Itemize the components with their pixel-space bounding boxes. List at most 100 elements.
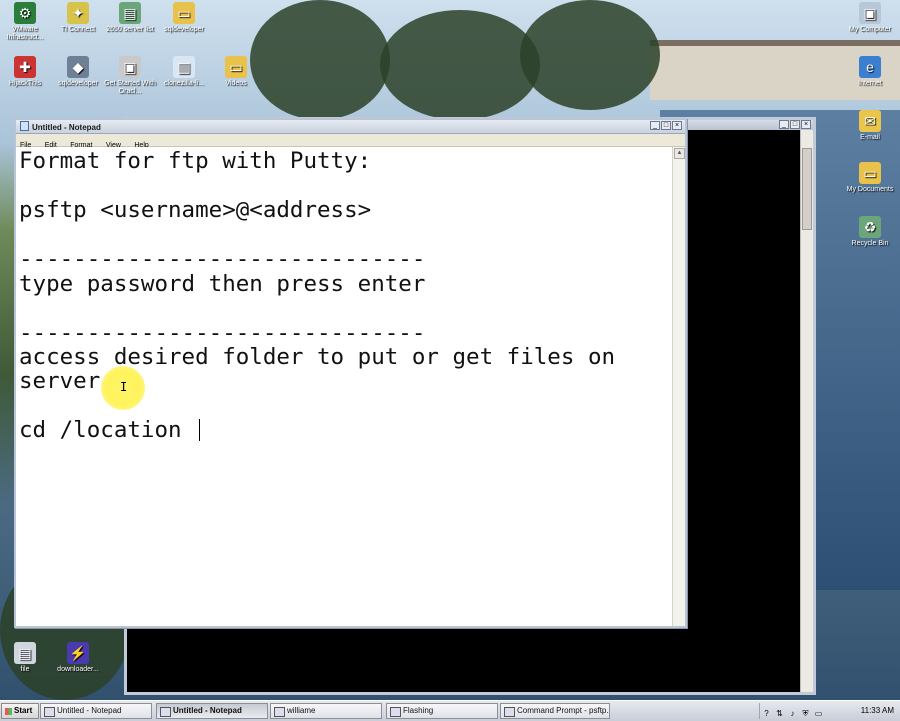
text-line: ------------------------------ bbox=[19, 246, 426, 272]
task-app-icon bbox=[44, 707, 55, 717]
taskbar-button-label: Flashing bbox=[403, 706, 434, 715]
desktop-app-icon: ▭ bbox=[173, 2, 195, 24]
desktop-icon[interactable]: e Internet bbox=[840, 56, 900, 88]
taskbar-button-label: williame bbox=[287, 706, 316, 715]
system-tray: ? ⇅ ♪ ⛨ ▭ 11:33 AM bbox=[759, 703, 900, 719]
maximize-icon[interactable]: □ bbox=[790, 120, 800, 129]
desktop-icon[interactable]: ◆ sqldeveloper bbox=[48, 56, 108, 88]
notepad-icon bbox=[20, 121, 29, 131]
text-line: ------------------------------ bbox=[19, 320, 426, 346]
minimize-icon[interactable]: _ bbox=[779, 120, 789, 129]
task-app-icon bbox=[274, 707, 285, 717]
desktop-app-icon: ▣ bbox=[859, 2, 881, 24]
desktop-app-icon: e bbox=[859, 56, 881, 78]
desktop-app-icon: ♻ bbox=[859, 216, 881, 238]
taskbar-button-label: Untitled - Notepad bbox=[173, 706, 242, 715]
desktop-icon[interactable]: ✉ E-mail bbox=[840, 110, 900, 142]
desktop-icon[interactable]: ▣ Get Started With Oracl... bbox=[100, 56, 160, 96]
desktop-icon[interactable]: ▤ 2650 server list bbox=[100, 2, 160, 34]
taskbar-button[interactable]: Command Prompt - psftp... bbox=[500, 703, 610, 719]
desktop-icon-label: clonezilla-li... bbox=[163, 80, 205, 87]
desktop-icon-label: downloader... bbox=[57, 666, 99, 673]
desktop-icon-label: Internet bbox=[858, 80, 882, 87]
desktop-app-icon: ▣ bbox=[119, 56, 141, 78]
text-line: Format for ftp with Putty: bbox=[19, 148, 372, 174]
text-cursor-icon: I bbox=[120, 380, 128, 394]
desktop-app-icon: ▥ bbox=[173, 56, 195, 78]
desktop-app-icon: ⚡ bbox=[67, 642, 89, 664]
taskbar-button-label: Command Prompt - psftp... bbox=[517, 706, 610, 715]
desktop-icon-label: Videos bbox=[225, 80, 247, 87]
desktop-app-icon: ⚙ bbox=[14, 2, 36, 24]
maximize-icon[interactable]: □ bbox=[661, 121, 671, 130]
scrollbar-thumb[interactable] bbox=[802, 148, 812, 230]
minimize-icon[interactable]: _ bbox=[650, 121, 660, 130]
volume-icon[interactable]: ♪ bbox=[788, 709, 797, 718]
desktop-icon[interactable]: ▤ file bbox=[0, 642, 55, 674]
command-prompt-scrollbar[interactable] bbox=[800, 130, 813, 692]
desktop-icon[interactable]: ⚡ downloader... bbox=[48, 642, 108, 674]
window-title-text: Untitled - Notepad bbox=[32, 123, 101, 132]
taskbar: Start Untitled - Notepad Untitled - Notep… bbox=[0, 700, 900, 721]
desktop-icon[interactable]: ✦ TI Connect bbox=[48, 2, 108, 34]
background-tree bbox=[250, 0, 390, 120]
text-line: server bbox=[19, 368, 101, 394]
background-tree bbox=[380, 10, 540, 120]
start-button[interactable]: Start bbox=[1, 703, 39, 719]
taskbar-button-label: Untitled - Notepad bbox=[57, 706, 122, 715]
scroll-up-icon[interactable]: ▲ bbox=[674, 148, 685, 159]
desktop-app-icon: ▤ bbox=[119, 2, 141, 24]
desktop-icon[interactable]: ✚ HijackThis bbox=[0, 56, 55, 88]
vertical-scrollbar[interactable]: ▲ bbox=[672, 147, 685, 626]
taskbar-button[interactable]: Flashing bbox=[386, 703, 498, 719]
desktop-app-icon: ▭ bbox=[859, 162, 881, 184]
desktop-app-icon: ◆ bbox=[67, 56, 89, 78]
desktop-icon-label: HijackThis bbox=[8, 80, 42, 87]
desktop-icon-label: Recycle Bin bbox=[851, 240, 889, 247]
security-icon[interactable]: ⛨ bbox=[801, 709, 810, 718]
close-icon[interactable]: × bbox=[801, 120, 811, 129]
close-icon[interactable]: × bbox=[672, 121, 682, 130]
desktop-app-icon: ▤ bbox=[14, 642, 36, 664]
text-line: access desired folder to put or get file… bbox=[19, 344, 616, 370]
desktop-icon[interactable]: ▭ Videos bbox=[206, 56, 266, 88]
desktop-icon-label: sqldeveloper bbox=[164, 26, 204, 33]
desktop-icon[interactable]: ▣ My Computer bbox=[840, 2, 900, 34]
menu-bar: File Edit Format View Help bbox=[16, 134, 685, 149]
text-caret bbox=[199, 419, 201, 441]
desktop-icon[interactable]: ▭ My Documents bbox=[840, 162, 900, 194]
help-icon[interactable]: ? bbox=[762, 709, 771, 718]
display-icon[interactable]: ▭ bbox=[814, 709, 823, 718]
desktop-icon-label: file bbox=[20, 666, 30, 673]
taskbar-button[interactable]: Untitled - Notepad bbox=[40, 703, 152, 719]
desktop-icon[interactable]: ▥ clonezilla-li... bbox=[154, 56, 214, 88]
desktop-icon[interactable]: ♻ Recycle Bin bbox=[840, 216, 900, 248]
desktop-app-icon: ✦ bbox=[67, 2, 89, 24]
desktop-icon-label: sqldeveloper bbox=[58, 80, 98, 87]
notepad-titlebar[interactable]: Untitled - Notepad _ □ × bbox=[16, 120, 685, 134]
task-app-icon bbox=[160, 707, 171, 717]
desktop-icon-label: My Documents bbox=[846, 186, 894, 193]
clock: 11:33 AM bbox=[860, 706, 894, 715]
desktop-icon-label: 2650 server list bbox=[106, 26, 154, 33]
desktop-icon[interactable]: ⚙ VMware Infrastruct... bbox=[0, 2, 55, 42]
text-line: psftp <username>@<address> bbox=[19, 197, 372, 223]
taskbar-button[interactable]: Untitled - Notepad bbox=[156, 703, 268, 719]
task-app-icon bbox=[390, 707, 401, 717]
taskbar-button[interactable]: williame bbox=[270, 703, 382, 719]
desktop-icon-label: Get Started With Oracl... bbox=[104, 80, 156, 95]
desktop-icon[interactable]: ▭ sqldeveloper bbox=[154, 2, 214, 34]
task-app-icon bbox=[504, 707, 515, 717]
background-tree bbox=[520, 0, 660, 110]
text-line: cd /location bbox=[19, 418, 201, 442]
desktop-app-icon: ✚ bbox=[14, 56, 36, 78]
desktop-icon-label: VMware Infrastruct... bbox=[6, 26, 44, 41]
network-icon[interactable]: ⇅ bbox=[775, 709, 784, 718]
desktop-icon-label: E-mail bbox=[860, 134, 880, 141]
desktop-icon-label: TI Connect bbox=[60, 26, 96, 33]
text-line: type password then press enter bbox=[19, 271, 426, 297]
desktop-app-icon: ✉ bbox=[859, 110, 881, 132]
desktop-icon-label: My Computer bbox=[848, 26, 891, 33]
window-title: Untitled - Notepad bbox=[20, 121, 101, 132]
desktop-app-icon: ▭ bbox=[225, 56, 247, 78]
